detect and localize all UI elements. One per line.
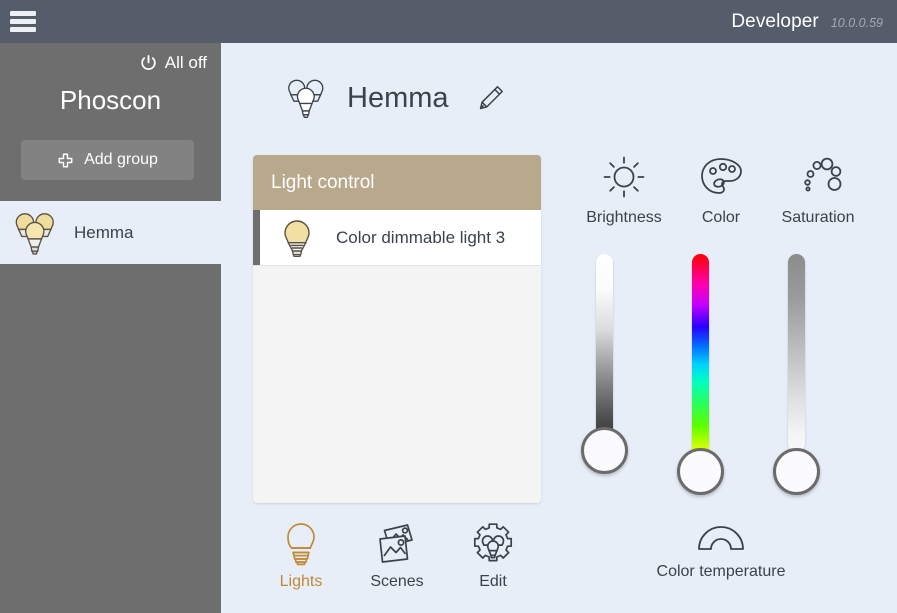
brightness-slider-knob[interactable] bbox=[581, 427, 628, 474]
light-name-label: Color dimmable light 3 bbox=[336, 227, 506, 247]
all-off-button[interactable]: All off bbox=[139, 53, 207, 73]
color-hue-slider-track[interactable] bbox=[692, 254, 709, 474]
sun-icon bbox=[603, 156, 645, 198]
tab-label: Lights bbox=[279, 573, 323, 590]
gear-bulbs-icon bbox=[473, 523, 513, 562]
palette-icon bbox=[701, 158, 742, 194]
saturation-slider-knob[interactable] bbox=[773, 448, 820, 495]
group-header: Hemma bbox=[283, 75, 505, 121]
hamburger-menu-icon[interactable] bbox=[10, 11, 36, 32]
control-label: Brightness bbox=[586, 209, 662, 226]
bulb-on-icon bbox=[284, 219, 310, 257]
tab-label: Edit bbox=[479, 573, 507, 590]
add-group-label: Add group bbox=[84, 151, 158, 168]
user-label: Developer bbox=[731, 10, 819, 32]
app-root: Developer 10.0.0.59 All off Phoscon Add … bbox=[0, 0, 897, 613]
sidebar: All off Phoscon Add group Hemma bbox=[0, 43, 221, 613]
brand-title: Phoscon bbox=[59, 85, 162, 115]
hamburger-bar bbox=[10, 11, 36, 16]
slider-group bbox=[576, 249, 866, 499]
sidebar-item-label: Hemma bbox=[74, 222, 134, 242]
color-temperature-label: Color temperature bbox=[656, 563, 786, 580]
tab-bar: Lights Scenes Edit bbox=[253, 521, 541, 591]
main-content: Hemma Light control Color dimmable light… bbox=[221, 43, 897, 613]
tab-scenes[interactable]: Scenes bbox=[354, 521, 440, 591]
add-group-button[interactable]: Add group bbox=[21, 140, 194, 180]
light-control-header: Light control bbox=[253, 155, 541, 210]
plus-icon bbox=[58, 153, 73, 167]
light-control-card: Light control Color dimmable light 3 bbox=[253, 155, 541, 503]
topbar-right-group: Developer 10.0.0.59 bbox=[731, 11, 883, 33]
top-bar: Developer 10.0.0.59 bbox=[0, 0, 897, 43]
hamburger-bar bbox=[10, 19, 36, 24]
saturation-slider-track[interactable] bbox=[788, 254, 805, 452]
tab-edit[interactable]: Edit bbox=[450, 521, 536, 591]
bulb-outline-icon bbox=[287, 523, 315, 566]
light-control-title: Light control bbox=[271, 171, 375, 193]
power-icon bbox=[141, 54, 156, 70]
sidebar-header: All off Phoscon Add group bbox=[0, 43, 221, 201]
ip-address-label: 10.0.0.59 bbox=[830, 15, 883, 30]
pencil-icon[interactable] bbox=[477, 84, 505, 112]
tab-lights[interactable]: Lights bbox=[258, 521, 344, 591]
control-brightness[interactable]: Brightness bbox=[576, 153, 672, 227]
control-label: Saturation bbox=[781, 209, 855, 226]
saturation-dots-icon bbox=[804, 157, 842, 192]
control-color[interactable]: Color bbox=[673, 153, 769, 227]
controls-column: Brightness Color Saturation bbox=[576, 153, 876, 499]
color-hue-slider-knob[interactable] bbox=[677, 448, 724, 495]
page-title: Hemma bbox=[347, 81, 449, 114]
bulbs-outline-icon bbox=[288, 79, 324, 118]
group-list: Hemma bbox=[0, 201, 221, 264]
hamburger-bar bbox=[10, 27, 36, 32]
color-temperature-arc-icon bbox=[698, 526, 744, 550]
control-label: Color bbox=[701, 209, 741, 226]
photos-icon bbox=[379, 524, 413, 563]
bulbs-icon bbox=[15, 212, 54, 255]
sidebar-item-hemma[interactable]: Hemma bbox=[0, 201, 221, 264]
control-saturation[interactable]: Saturation bbox=[770, 153, 866, 227]
selected-accent-bar bbox=[253, 210, 260, 265]
tab-label: Scenes bbox=[370, 573, 424, 590]
light-list-item[interactable]: Color dimmable light 3 bbox=[253, 210, 541, 266]
control-headers: Brightness Color Saturation bbox=[576, 153, 866, 227]
all-off-label: All off bbox=[164, 53, 207, 72]
color-temperature-button[interactable]: Color temperature bbox=[576, 515, 866, 581]
brightness-slider-track[interactable] bbox=[596, 254, 613, 452]
